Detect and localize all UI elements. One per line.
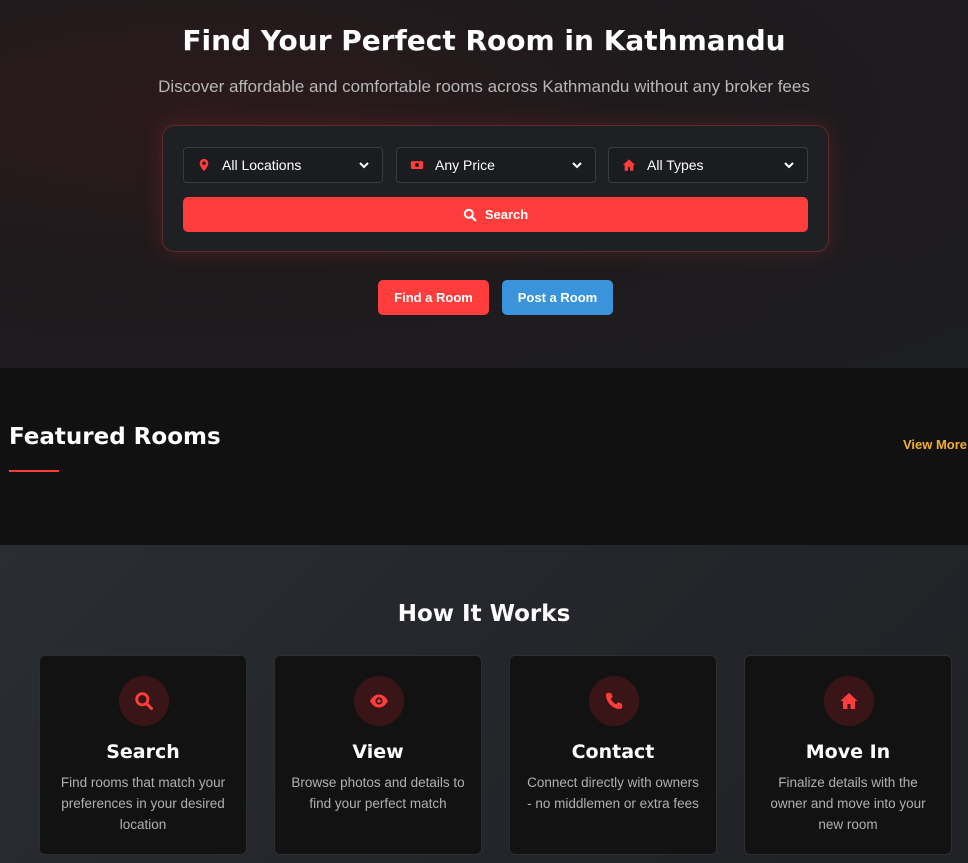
price-select[interactable]: Any Price [396,147,596,183]
featured-section: Featured Rooms View More [0,368,968,545]
eye-icon [354,676,404,726]
chevron-down-icon [783,159,795,171]
step-title: Move In [805,741,891,763]
search-icon [119,676,169,726]
search-card: All Locations Any Price All Types Search [162,125,829,252]
how-title: How It Works [397,601,571,627]
post-room-button[interactable]: Post a Room [502,280,613,315]
type-select-label: All Types [647,157,704,173]
featured-title: Featured Rooms [9,424,221,450]
step-title: Search [106,741,180,763]
how-it-works-section: How It Works Search Find rooms that matc… [0,545,968,863]
map-pin-icon [196,157,212,173]
step-title: View [352,741,404,763]
home-icon [824,676,874,726]
type-select[interactable]: All Types [608,147,808,183]
view-more-link[interactable]: View More [903,437,967,452]
search-button[interactable]: Search [183,197,808,232]
step-card-contact: Contact Connect directly with owners - n… [509,655,717,855]
step-card-move-in: Move In Finalize details with the owner … [744,655,952,855]
search-button-label: Search [484,207,529,222]
step-description: Find rooms that match your preferences i… [60,775,226,832]
find-room-button[interactable]: Find a Room [378,280,489,315]
chevron-down-icon [358,159,370,171]
chevron-down-icon [571,159,583,171]
phone-icon [589,676,639,726]
hero-section: Find Your Perfect Room in Kathmandu Disc… [0,0,968,368]
search-icon [463,208,477,222]
step-description: Finalize details with the owner and move… [770,775,926,832]
money-icon [409,157,425,173]
home-icon [621,157,637,173]
step-description: Connect directly with owners - no middle… [527,775,699,811]
step-card-search: Search Find rooms that match your prefer… [39,655,247,855]
step-card-view: View Browse photos and details to find y… [274,655,482,855]
price-select-label: Any Price [435,157,495,173]
step-title: Contact [571,741,655,763]
step-description: Browse photos and details to find your p… [291,775,465,811]
hero-subtitle: Discover affordable and comfortable room… [158,77,810,96]
title-underline [9,470,59,472]
location-select-label: All Locations [222,157,302,173]
hero-title: Find Your Perfect Room in Kathmandu [182,24,786,57]
location-select[interactable]: All Locations [183,147,383,183]
